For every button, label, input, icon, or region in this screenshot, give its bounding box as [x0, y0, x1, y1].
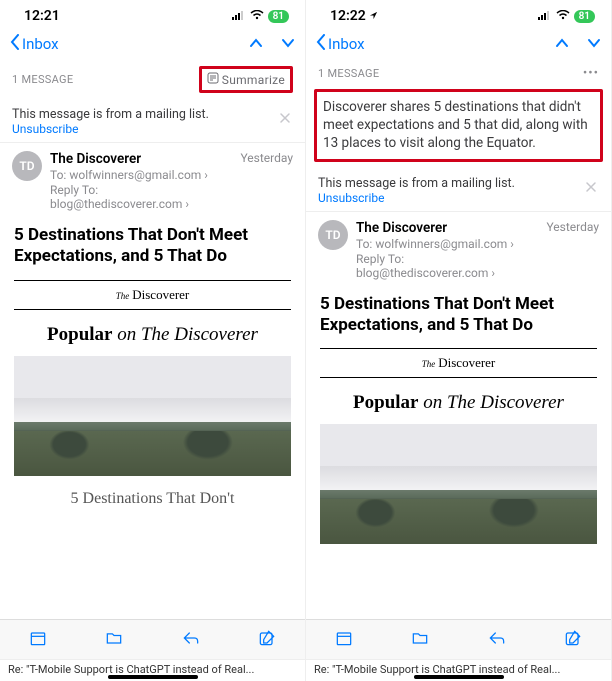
reply-button[interactable]	[181, 628, 201, 652]
avatar: TD	[12, 151, 42, 181]
popular-heading: Popular on The Discoverer	[14, 324, 291, 346]
next-message-button[interactable]	[587, 37, 601, 52]
summarize-icon	[207, 72, 219, 87]
mailing-text: This message is from a mailing list.	[12, 107, 209, 122]
article-tease: 5 Destinations That Don't	[14, 476, 291, 508]
dismiss-banner-button[interactable]	[583, 176, 599, 199]
location-icon	[369, 8, 378, 24]
unsubscribe-link[interactable]: Unsubscribe	[12, 122, 209, 136]
back-button[interactable]: Inbox	[10, 34, 59, 54]
status-bar: 12:21 81	[0, 0, 305, 28]
chevron-right-icon: ›	[491, 266, 495, 280]
message-header-row: 1 MESSAGE Summarize	[0, 60, 305, 99]
compose-button[interactable]	[563, 628, 583, 652]
nav-arrows	[249, 37, 295, 52]
unsubscribe-link[interactable]: Unsubscribe	[318, 191, 515, 205]
to-line: To: wolfwinners@gmail.com ›	[356, 237, 538, 251]
wifi-icon	[556, 8, 570, 24]
sender-row[interactable]: TD The Discoverer To: wolfwinners@gmail.…	[306, 212, 611, 290]
battery-indicator: 81	[268, 10, 289, 23]
mailing-list-banner: This message is from a mailing list. Uns…	[0, 99, 305, 143]
ai-summary-text: Discoverer shares 5 destinations that di…	[323, 98, 594, 153]
chevron-left-icon	[316, 34, 326, 54]
more-button[interactable]: •••	[583, 66, 599, 81]
home-indicator[interactable]	[414, 675, 504, 679]
home-indicator[interactable]	[108, 675, 198, 679]
status-indicators: 81	[538, 8, 595, 24]
sender-name: The Discoverer	[356, 220, 538, 236]
move-button[interactable]	[104, 628, 124, 652]
cellular-icon	[232, 8, 246, 24]
popular-heading: Popular on The Discoverer	[320, 392, 597, 414]
mail-screen-before: 12:21 81 Inbox 1 MESSAGE	[0, 0, 306, 681]
subject: 5 Destinations That Don't Meet Expectati…	[0, 221, 305, 280]
status-bar: 12:22 81	[306, 0, 611, 28]
compose-button[interactable]	[257, 628, 277, 652]
mailing-text: This message is from a mailing list.	[318, 176, 515, 191]
archive-button[interactable]	[28, 628, 48, 652]
subject: 5 Destinations That Don't Meet Expectati…	[306, 290, 611, 349]
reply-to-line: Reply To: blog@thediscoverer.com ›	[356, 252, 538, 280]
status-indicators: 81	[232, 8, 289, 24]
next-message-button[interactable]	[281, 37, 295, 52]
dismiss-banner-button[interactable]	[277, 107, 293, 130]
summarize-label: Summarize	[222, 73, 285, 87]
message-count: 1 MESSAGE	[12, 73, 73, 86]
prev-message-button[interactable]	[555, 37, 569, 52]
chevron-right-icon: ›	[204, 168, 208, 182]
prev-message-button[interactable]	[249, 37, 263, 52]
back-button[interactable]: Inbox	[316, 34, 365, 54]
hero-image	[320, 424, 597, 544]
cellular-icon	[538, 8, 552, 24]
bottom-toolbar	[306, 619, 611, 659]
sender-name: The Discoverer	[50, 151, 232, 167]
back-label: Inbox	[328, 35, 365, 53]
chevron-right-icon: ›	[185, 197, 189, 211]
to-line: To: wolfwinners@gmail.com ›	[50, 168, 232, 182]
bottom-toolbar	[0, 619, 305, 659]
nav-bar: Inbox	[0, 28, 305, 60]
chevron-right-icon: ›	[510, 237, 514, 251]
hero-image	[14, 356, 291, 476]
message-body[interactable]: TheDiscoverer Popular on The Discoverer	[306, 348, 611, 619]
summarize-highlight: Summarize	[199, 66, 293, 93]
wifi-icon	[250, 8, 264, 24]
reply-button[interactable]	[487, 628, 507, 652]
avatar: TD	[318, 220, 348, 250]
message-header-row: 1 MESSAGE •••	[306, 60, 611, 87]
reply-to-line: Reply To: blog@thediscoverer.com ›	[50, 183, 232, 211]
nav-bar: Inbox	[306, 28, 611, 60]
sender-row[interactable]: TD The Discoverer To: wolfwinners@gmail.…	[0, 143, 305, 221]
mailing-list-banner: This message is from a mailing list. Uns…	[306, 168, 611, 212]
message-count: 1 MESSAGE	[318, 67, 379, 80]
chevron-left-icon	[10, 34, 20, 54]
brand-header: TheDiscoverer	[14, 280, 291, 310]
archive-button[interactable]	[334, 628, 354, 652]
timestamp: Yesterday	[546, 220, 599, 280]
brand-header: TheDiscoverer	[320, 348, 597, 378]
move-button[interactable]	[410, 628, 430, 652]
battery-indicator: 81	[574, 10, 595, 23]
message-body[interactable]: TheDiscoverer Popular on The Discoverer …	[0, 280, 305, 620]
timestamp: Yesterday	[240, 151, 293, 211]
nav-arrows	[555, 37, 601, 52]
summarize-button[interactable]: Summarize	[207, 72, 285, 87]
mail-screen-after: 12:22 81 Inbox 1 MESSAGE ••• Discoverer …	[306, 0, 612, 681]
status-time: 12:21	[24, 8, 60, 24]
status-time: 12:22	[330, 8, 378, 24]
summary-highlight: Discoverer shares 5 destinations that di…	[314, 89, 603, 162]
back-label: Inbox	[22, 35, 59, 53]
